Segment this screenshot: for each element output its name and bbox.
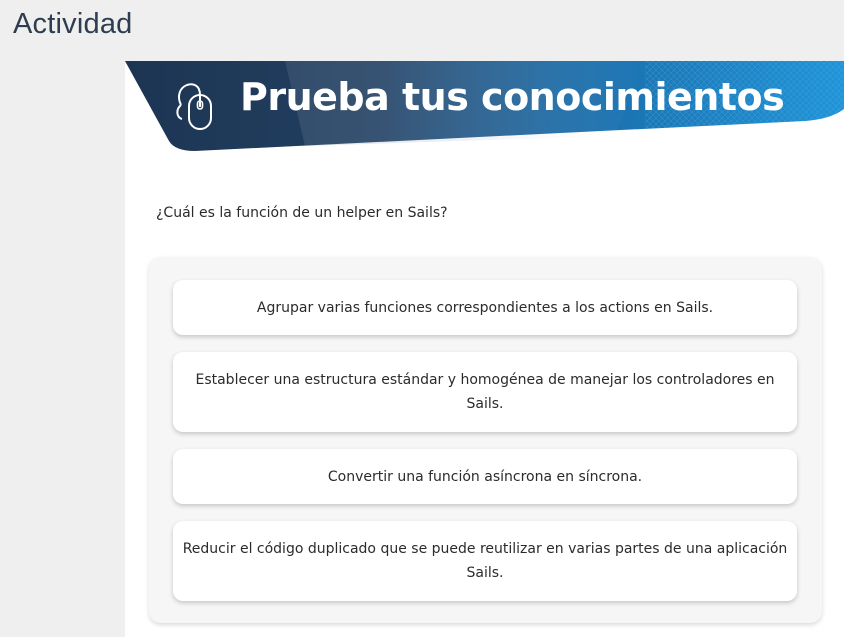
answer-option-label: Establecer una estructura estándar y hom…	[195, 372, 775, 412]
answer-option-label: Convertir una función asíncrona en síncr…	[327, 468, 643, 485]
answer-option-4[interactable]: Reducir el código duplicado que se puede…	[173, 521, 797, 601]
answer-option-3[interactable]: Convertir una función asíncrona en síncr…	[173, 449, 797, 504]
answer-option-2[interactable]: Establecer una estructura estándar y hom…	[173, 352, 797, 432]
activity-content-panel: Prueba tus conocimientos ¿Cuál es la fun…	[125, 61, 844, 637]
answer-options-card: Agrupar varias funciones correspondiente…	[149, 257, 822, 623]
answer-option-1[interactable]: Agrupar varias funciones correspondiente…	[173, 280, 797, 335]
banner-title: Prueba tus conocimientos	[240, 75, 785, 119]
page-title: Actividad	[13, 8, 133, 40]
quiz-question: ¿Cuál es la función de un helper en Sail…	[156, 205, 448, 221]
answer-option-label: Reducir el código duplicado que se puede…	[182, 541, 788, 581]
mouse-cursor-icon	[176, 83, 212, 130]
quiz-banner: Prueba tus conocimientos	[125, 61, 844, 151]
answer-option-label: Agrupar varias funciones correspondiente…	[256, 299, 714, 316]
